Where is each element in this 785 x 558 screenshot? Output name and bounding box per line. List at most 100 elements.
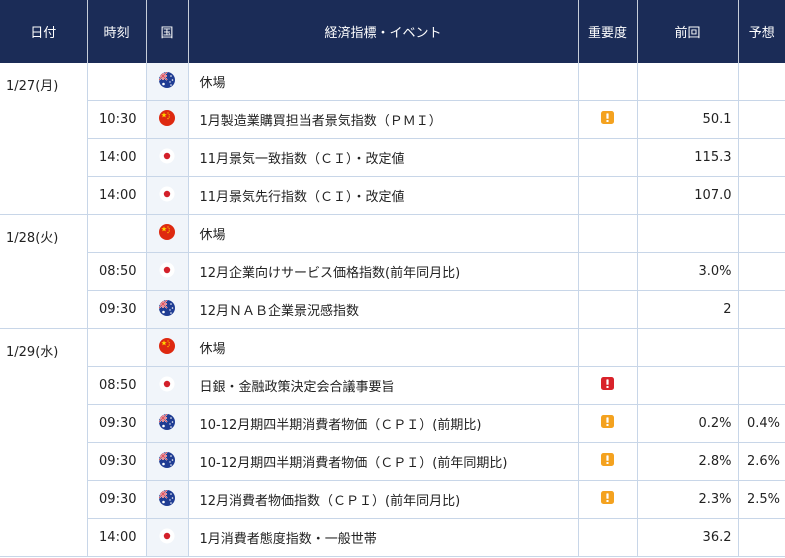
previous-cell: 2 [637, 290, 739, 329]
country-cell [146, 328, 189, 367]
previous-cell [637, 366, 739, 405]
country-cell [146, 63, 189, 101]
time-cell: 09:30 [87, 480, 147, 519]
header-previous: 前回 [637, 0, 739, 63]
previous-cell: 3.0% [637, 252, 739, 291]
time-cell [87, 63, 147, 101]
previous-cell: 2.3% [637, 480, 739, 519]
country-cell [146, 366, 189, 405]
time-cell: 14:00 [87, 176, 147, 215]
time-cell: 10:30 [87, 100, 147, 139]
country-cell [146, 176, 189, 215]
event-cell: 休場 [188, 328, 579, 367]
forecast-cell: 2.6% [738, 442, 785, 481]
importance-high-icon [601, 377, 614, 394]
country-cell [146, 442, 189, 481]
australia-flag-icon [159, 451, 175, 472]
table-row: 08:50 日銀・金融政策決定会合議事要旨 [0, 366, 785, 405]
time-cell: 09:30 [87, 442, 147, 481]
forecast-cell [738, 518, 785, 557]
time-cell [87, 214, 147, 253]
event-cell: 12月企業向けサービス価格指数(前年同月比) [188, 252, 579, 291]
previous-cell: 36.2 [637, 518, 739, 557]
forecast-cell: 0.4% [738, 404, 785, 443]
country-cell [146, 252, 189, 291]
china-flag-icon [159, 109, 175, 130]
japan-flag-icon [159, 376, 175, 396]
importance-cell [578, 252, 638, 291]
previous-cell: 2.8% [637, 442, 739, 481]
country-cell [146, 518, 189, 557]
japan-flag-icon [159, 148, 175, 168]
japan-flag-icon [159, 528, 175, 548]
table-row: 09:30 12月消費者物価指数（ＣＰＩ）(前年同月比) 2.3% 2.5% [0, 480, 785, 519]
forecast-cell [738, 138, 785, 177]
table-row: 09:30 10-12月期四半期消費者物価（ＣＰＩ）(前期比) 0.2% 0.4% [0, 404, 785, 443]
table-row: 1/29(水) 休場 [0, 328, 785, 557]
country-cell [146, 290, 189, 329]
event-cell: 1月製造業購買担当者景気指数（ＰＭＩ） [188, 100, 579, 139]
country-cell [146, 404, 189, 443]
table-row: 1/27(月) 休場 [0, 63, 785, 215]
previous-cell: 107.0 [637, 176, 739, 215]
importance-cell [578, 214, 638, 253]
previous-cell: 0.2% [637, 404, 739, 443]
header-importance: 重要度 [578, 0, 638, 63]
importance-medium-icon [601, 111, 614, 128]
date-cell: 1/28(火) [0, 214, 88, 329]
date-cell: 1/27(月) [0, 63, 88, 215]
header-country: 国 [146, 0, 189, 63]
china-flag-icon [159, 223, 175, 244]
country-cell [146, 100, 189, 139]
time-cell: 08:50 [87, 366, 147, 405]
australia-flag-icon [159, 71, 175, 92]
japan-flag-icon [159, 262, 175, 282]
event-cell: 11月景気一致指数（ＣＩ）・改定値 [188, 138, 579, 177]
importance-cell [578, 442, 638, 481]
event-cell: 日銀・金融政策決定会合議事要旨 [188, 366, 579, 405]
table-row: 14:00 1月消費者態度指数・一般世帯 36.2 [0, 518, 785, 557]
time-cell: 09:30 [87, 290, 147, 329]
importance-cell [578, 366, 638, 405]
previous-cell [637, 63, 739, 101]
event-cell: 10-12月期四半期消費者物価（ＣＰＩ）(前期比) [188, 404, 579, 443]
forecast-cell [738, 252, 785, 291]
header-forecast: 予想 [738, 0, 785, 63]
country-cell [146, 214, 189, 253]
forecast-cell [738, 290, 785, 329]
table-row: 1/28(火) 休場 [0, 214, 785, 329]
event-cell: 12月ＮＡＢ企業景況感指数 [188, 290, 579, 329]
country-cell [146, 480, 189, 519]
japan-flag-icon [159, 186, 175, 206]
forecast-cell [738, 328, 785, 367]
importance-medium-icon [601, 415, 614, 432]
table-row: 14:00 11月景気先行指数（ＣＩ）・改定値 107.0 [0, 176, 785, 215]
table-row: 09:30 10-12月期四半期消費者物価（ＣＰＩ）(前年同期比) 2.8% 2.6% [0, 442, 785, 481]
importance-cell [578, 404, 638, 443]
table-row: 09:30 12月ＮＡＢ企業景況感指数 2 [0, 290, 785, 329]
time-cell: 09:30 [87, 404, 147, 443]
table-row: 08:50 12月企業向けサービス価格指数(前年同月比) 3.0% [0, 252, 785, 291]
importance-cell [578, 63, 638, 101]
australia-flag-icon [159, 299, 175, 320]
event-cell: 休場 [188, 214, 579, 253]
forecast-cell [738, 100, 785, 139]
economic-calendar-table: 日付 時刻 国 経済指標・イベント 重要度 前回 予想 1/27(月) 休場 10:… [0, 0, 785, 557]
forecast-cell [738, 63, 785, 101]
previous-cell: 50.1 [637, 100, 739, 139]
event-cell: 1月消費者態度指数・一般世帯 [188, 518, 579, 557]
time-cell: 08:50 [87, 252, 147, 291]
time-cell [87, 328, 147, 367]
calendar-body: 1/27(月) 休場 10:30 1月製造業購買担当者景気指数（ＰＭＩ） 50.1 14:… [0, 63, 785, 557]
importance-cell [578, 480, 638, 519]
importance-cell [578, 518, 638, 557]
previous-cell: 115.3 [637, 138, 739, 177]
forecast-cell [738, 214, 785, 253]
event-cell: 10-12月期四半期消費者物価（ＣＰＩ）(前年同期比) [188, 442, 579, 481]
time-cell: 14:00 [87, 518, 147, 557]
previous-cell [637, 328, 739, 367]
table-row: 10:30 1月製造業購買担当者景気指数（ＰＭＩ） 50.1 [0, 100, 785, 139]
importance-cell [578, 290, 638, 329]
event-cell: 休場 [188, 63, 579, 101]
china-flag-icon [159, 337, 175, 358]
